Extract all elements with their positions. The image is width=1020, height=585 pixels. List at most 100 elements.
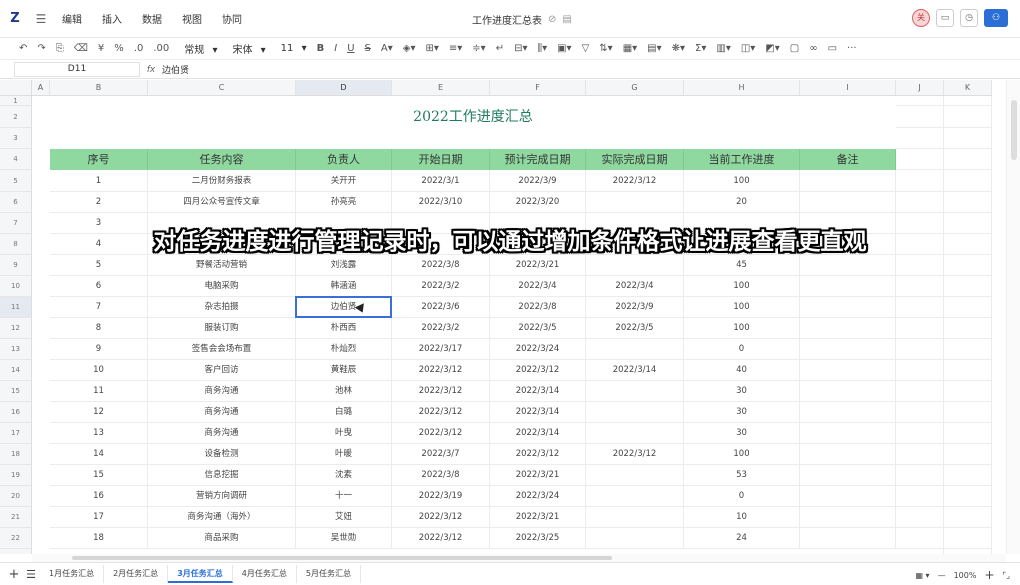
table-cell[interactable]: 朴灿烈 xyxy=(296,339,392,360)
table-cell[interactable]: 韩涵涵 xyxy=(296,276,392,297)
table-cell[interactable] xyxy=(800,318,896,339)
table-cell[interactable]: 2022/3/24 xyxy=(490,486,586,507)
empty-cell[interactable] xyxy=(896,255,944,276)
table-cell[interactable]: 2022/3/2 xyxy=(392,318,490,339)
empty-cell[interactable] xyxy=(944,128,992,149)
border-icon[interactable]: ⊞▾ xyxy=(420,43,443,54)
table-cell[interactable]: 2022/3/12 xyxy=(586,170,684,192)
table-cell[interactable]: 14 xyxy=(50,444,148,465)
table-cell[interactable]: 2022/3/12 xyxy=(392,381,490,402)
table-cell[interactable]: 边伯贤 xyxy=(296,297,392,318)
table-cell[interactable]: 二月份财务报表 xyxy=(148,170,296,192)
row-header-13[interactable]: 13 xyxy=(0,339,32,360)
empty-cell[interactable] xyxy=(944,318,992,339)
table-cell[interactable] xyxy=(800,528,896,549)
table-cell[interactable]: 2022/3/12 xyxy=(392,507,490,528)
table-cell[interactable]: 电脑采购 xyxy=(148,276,296,297)
table-cell[interactable] xyxy=(800,402,896,423)
empty-cell[interactable] xyxy=(896,465,944,486)
empty-cell[interactable] xyxy=(896,192,944,213)
empty-cell[interactable] xyxy=(896,106,944,128)
currency-icon[interactable]: ¥ xyxy=(93,43,109,54)
row-header-21[interactable]: 21 xyxy=(0,507,32,528)
empty-cell[interactable] xyxy=(944,402,992,423)
share-user-icon[interactable]: ⚇ xyxy=(984,9,1008,27)
empty-cell[interactable] xyxy=(944,507,992,528)
table-cell[interactable] xyxy=(586,465,684,486)
table-cell[interactable]: 2022/3/14 xyxy=(586,360,684,381)
empty-cell[interactable] xyxy=(944,423,992,444)
table-cell[interactable]: 8 xyxy=(50,318,148,339)
sheet-tab-2[interactable]: 2月任务汇总 xyxy=(104,565,169,583)
table-header-cell[interactable]: 序号 xyxy=(50,149,148,170)
row-header-17[interactable]: 17 xyxy=(0,423,32,444)
table-cell[interactable]: 2022/3/21 xyxy=(490,465,586,486)
table-cell[interactable]: 15 xyxy=(50,465,148,486)
table-cell[interactable]: 2022/3/12 xyxy=(490,444,586,465)
table-cell[interactable]: 叶暖 xyxy=(296,444,392,465)
table-header-cell[interactable]: 开始日期 xyxy=(392,149,490,170)
empty-cell[interactable] xyxy=(896,96,944,106)
table-cell[interactable]: 十一 xyxy=(296,486,392,507)
spreadsheet-grid[interactable]: A B C D E F G H I J K 1 2 3 4 5 6 7 8 9 10 11 12 13 14 15 16 17 18 19… xyxy=(0,80,1006,554)
table-cell[interactable]: 池林 xyxy=(296,381,392,402)
column-header-c[interactable]: C xyxy=(148,80,296,96)
column-header-a[interactable]: A xyxy=(32,80,50,96)
table-cell[interactable]: 10 xyxy=(50,360,148,381)
table-cell[interactable]: 2022/3/14 xyxy=(490,381,586,402)
row-header-16[interactable]: 16 xyxy=(0,402,32,423)
column-header-h[interactable]: H xyxy=(684,80,800,96)
table-cell[interactable]: 杂志拍摄 xyxy=(148,297,296,318)
table-cell[interactable] xyxy=(800,381,896,402)
table-cell[interactable]: 5 xyxy=(50,255,148,276)
table-cell[interactable]: 沈素 xyxy=(296,465,392,486)
empty-cell[interactable] xyxy=(944,276,992,297)
table-cell[interactable] xyxy=(586,192,684,213)
row-header-22[interactable]: 22 xyxy=(0,528,32,549)
clear-format-icon[interactable]: ⌫ xyxy=(69,43,93,54)
font-size-select[interactable]: 11 ▾ xyxy=(271,43,312,54)
table-cell[interactable]: 2022/3/9 xyxy=(490,170,586,192)
column-header-i[interactable]: I xyxy=(800,80,896,96)
table-header-cell[interactable]: 负责人 xyxy=(296,149,392,170)
empty-cell[interactable] xyxy=(896,402,944,423)
table-cell[interactable]: 40 xyxy=(684,360,800,381)
table-cell[interactable]: 9 xyxy=(50,339,148,360)
table-cell[interactable]: 商务沟通 xyxy=(148,423,296,444)
undo-icon[interactable]: ↶ xyxy=(14,43,32,54)
table-cell[interactable]: 2 xyxy=(50,192,148,213)
row-header-11[interactable]: 11 xyxy=(0,297,32,318)
sheet-tab-5[interactable]: 5月任务汇总 xyxy=(297,565,361,583)
table-cell[interactable] xyxy=(586,528,684,549)
chart-icon[interactable]: ▥▾ xyxy=(711,43,735,54)
table-cell[interactable]: 商务沟通（海外） xyxy=(148,507,296,528)
empty-cell[interactable] xyxy=(896,507,944,528)
sheet-tab-4[interactable]: 4月任务汇总 xyxy=(233,565,297,583)
sheet-tab-1[interactable]: 1月任务汇总 xyxy=(40,565,105,583)
table-cell[interactable]: 18 xyxy=(50,528,148,549)
table-cell[interactable]: 2022/3/25 xyxy=(490,528,586,549)
empty-cell[interactable] xyxy=(944,339,992,360)
vertical-scroll-thumb[interactable] xyxy=(1011,100,1017,160)
cell-reference-box[interactable]: D11 xyxy=(14,62,140,77)
table-cell[interactable]: 商务沟通 xyxy=(148,402,296,423)
menu-data[interactable]: 数据 xyxy=(132,11,172,26)
table-cell[interactable]: 营销方向调研 xyxy=(148,486,296,507)
menu-edit[interactable]: 编辑 xyxy=(52,11,92,26)
column-header-g[interactable]: G xyxy=(586,80,684,96)
add-sheet-icon[interactable]: + xyxy=(6,567,22,582)
empty-cell[interactable] xyxy=(896,528,944,549)
align-vertical-icon[interactable]: ≑▾ xyxy=(467,43,490,54)
table-cell[interactable]: 7 xyxy=(50,297,148,318)
empty-cell[interactable] xyxy=(944,149,992,170)
formula-input[interactable]: 边伯贤 xyxy=(162,63,189,76)
row-header-2[interactable]: 2 xyxy=(0,106,32,128)
table-cell[interactable]: 2022/3/14 xyxy=(490,402,586,423)
table-cell[interactable]: 2022/3/14 xyxy=(490,423,586,444)
link-icon[interactable]: ∞ xyxy=(804,43,822,54)
sheet-title[interactable]: 2022工作进度汇总 xyxy=(50,106,896,128)
table-cell[interactable] xyxy=(800,255,896,276)
table-cell[interactable]: 53 xyxy=(684,465,800,486)
comment-insert-icon[interactable]: ▢ xyxy=(785,43,804,54)
table-cell[interactable]: 商品采购 xyxy=(148,528,296,549)
